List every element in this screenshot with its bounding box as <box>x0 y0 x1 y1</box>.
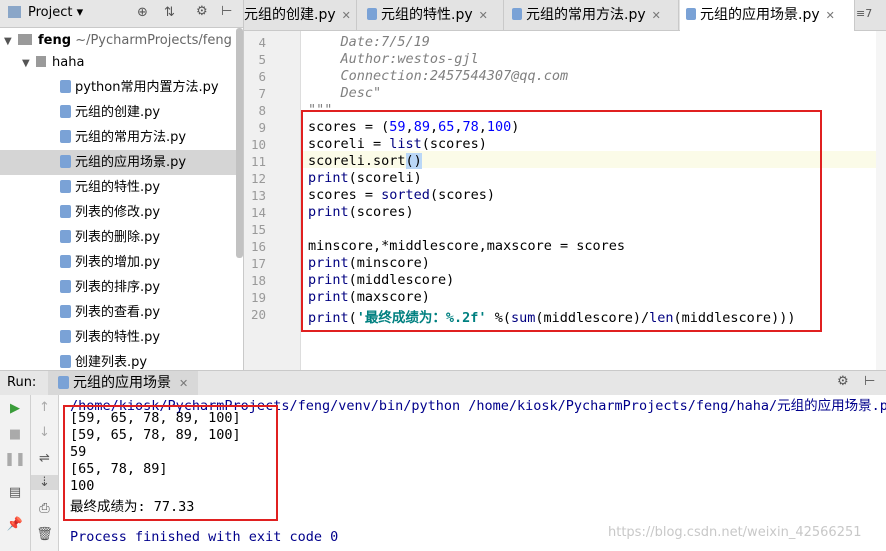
hide-icon[interactable]: ⊢ <box>864 374 875 389</box>
up-arrow-icon[interactable]: ↑ <box>31 400 58 415</box>
tree-file[interactable]: python常用内置方法.py <box>0 75 243 100</box>
python-file-icon <box>60 105 71 118</box>
tree-file[interactable]: 元组的特性.py <box>0 175 243 200</box>
pause-icon[interactable]: ❚❚ <box>0 452 30 467</box>
soft-wrap-icon[interactable]: ⇌ <box>31 451 58 466</box>
close-icon[interactable]: ✕ <box>179 377 188 390</box>
print-icon[interactable]: ⎙ <box>31 501 58 516</box>
editor-scrollbar[interactable] <box>876 31 886 370</box>
close-icon[interactable]: ✕ <box>652 9 661 22</box>
line-number: 4 <box>258 35 266 50</box>
line-number: 15 <box>250 222 266 237</box>
close-icon[interactable]: ✕ <box>479 9 488 22</box>
python-file-icon <box>60 205 71 218</box>
hide-icon[interactable]: ⊢ <box>221 4 232 19</box>
tree-file[interactable]: 列表的删除.py <box>0 225 243 250</box>
line-number: 17 <box>250 256 266 271</box>
python-file-icon <box>512 8 522 20</box>
watermark: https://blog.csdn.net/weixin_42566251 <box>608 525 862 540</box>
gear-icon[interactable]: ⚙ <box>196 4 208 19</box>
line-number: 20 <box>250 307 266 322</box>
tree-file-selected[interactable]: 元组的应用场景.py <box>0 150 243 175</box>
line-number: 7 <box>258 86 266 101</box>
tree-file[interactable]: 列表的排序.py <box>0 275 243 300</box>
pin-icon[interactable]: 📌 <box>0 517 30 532</box>
line-number: 14 <box>250 205 266 220</box>
python-file-icon <box>58 375 69 389</box>
locate-icon[interactable]: ⊕ <box>137 5 148 20</box>
run-panel-header: Run: 元组的应用场景 ✕ ⚙ ⊢ <box>0 370 886 396</box>
tree-file[interactable]: 元组的创建.py <box>0 100 243 125</box>
line-number: 18 <box>250 273 266 288</box>
line-number: 10 <box>250 137 266 152</box>
tab-overflow-menu[interactable]: ≡7 <box>856 7 872 20</box>
run-toolbar-secondary: ↑ ↓ ⇌ ⇣ ⎙ 🗑 <box>31 395 59 551</box>
tree-file[interactable]: 列表的增加.py <box>0 250 243 275</box>
tree-file[interactable]: 创建列表.py <box>0 350 243 370</box>
tree-file[interactable]: 列表的特性.py <box>0 325 243 350</box>
project-scrollbar[interactable] <box>236 28 243 258</box>
tab-yuanzu-changyong[interactable]: 元组的常用方法.py ✕ <box>506 0 679 30</box>
project-tree: ▼ feng ~/PycharmProjects/feng ▼ haha pytho… <box>0 28 243 370</box>
project-icon <box>8 6 21 18</box>
line-number-gutter: 4 5 6 7 8 9 10 11 12 13 14 15 16 17 18 1… <box>244 31 301 370</box>
close-icon[interactable]: ✕ <box>826 9 835 22</box>
tree-file[interactable]: 列表的查看.py <box>0 300 243 325</box>
line-number: 9 <box>258 120 266 135</box>
project-view-selector[interactable]: Project ▾ <box>28 5 83 20</box>
tree-file[interactable]: 元组的常用方法.py <box>0 125 243 150</box>
python-file-icon <box>60 305 71 318</box>
down-arrow-icon[interactable]: ↓ <box>31 425 58 440</box>
line-number: 19 <box>250 290 266 305</box>
trash-icon[interactable]: 🗑 <box>31 527 58 542</box>
line-number: 16 <box>250 239 266 254</box>
folder-icon <box>18 34 32 45</box>
project-panel-header: Project ▾ ⊕ ⇅ ⚙ ⊢ <box>0 0 243 28</box>
tree-file[interactable]: 列表的修改.py <box>0 200 243 225</box>
folder-icon <box>36 56 46 67</box>
tab-yuanzu-chuangjian[interactable]: 元组的创建.py ✕ <box>244 0 357 30</box>
run-label: Run: <box>7 375 37 390</box>
line-number: 5 <box>258 52 266 67</box>
python-file-icon <box>60 230 71 243</box>
collapse-icon[interactable]: ⇅ <box>164 5 175 20</box>
python-file-icon <box>60 80 71 93</box>
editor-tab-bar: 元组的创建.py ✕ 元组的特性.py ✕ 元组的常用方法.py ✕ 元组的应用场景.… <box>244 0 886 31</box>
gear-icon[interactable]: ⚙ <box>837 374 849 389</box>
python-file-icon <box>60 330 71 343</box>
tab-yuanzu-texing[interactable]: 元组的特性.py ✕ <box>361 0 504 30</box>
scroll-to-end-icon[interactable]: ⇣ <box>31 475 58 490</box>
python-file-icon <box>60 255 71 268</box>
line-number: 12 <box>250 171 266 186</box>
line-number: 13 <box>250 188 266 203</box>
tab-yuanzu-yingyong-active[interactable]: 元组的应用场景.py ✕ <box>680 0 855 31</box>
output-highlight-box <box>63 405 278 521</box>
python-file-icon <box>60 355 71 368</box>
stop-icon[interactable]: ■ <box>0 427 30 442</box>
exit-message: Process finished with exit code 0 <box>70 529 339 545</box>
run-toolbar-primary: ▶ ■ ❚❚ ▤ 📌 <box>0 395 31 551</box>
python-file-icon <box>60 130 71 143</box>
code-highlight-box <box>301 110 822 332</box>
python-file-icon <box>367 8 377 20</box>
line-number: 11 <box>250 154 266 169</box>
expand-arrow-icon[interactable]: ▼ <box>22 51 36 76</box>
python-file-icon <box>60 155 71 168</box>
tree-folder-haha[interactable]: ▼ haha <box>0 50 243 75</box>
line-number: 8 <box>258 103 266 118</box>
rerun-icon[interactable]: ▶ <box>0 401 30 416</box>
python-file-icon <box>60 280 71 293</box>
layout-icon[interactable]: ▤ <box>0 485 30 500</box>
python-file-icon <box>60 180 71 193</box>
python-file-icon <box>686 8 696 20</box>
run-config-tab[interactable]: 元组的应用场景 ✕ <box>48 371 199 395</box>
line-number: 6 <box>258 69 266 84</box>
close-icon[interactable]: ✕ <box>342 9 351 22</box>
